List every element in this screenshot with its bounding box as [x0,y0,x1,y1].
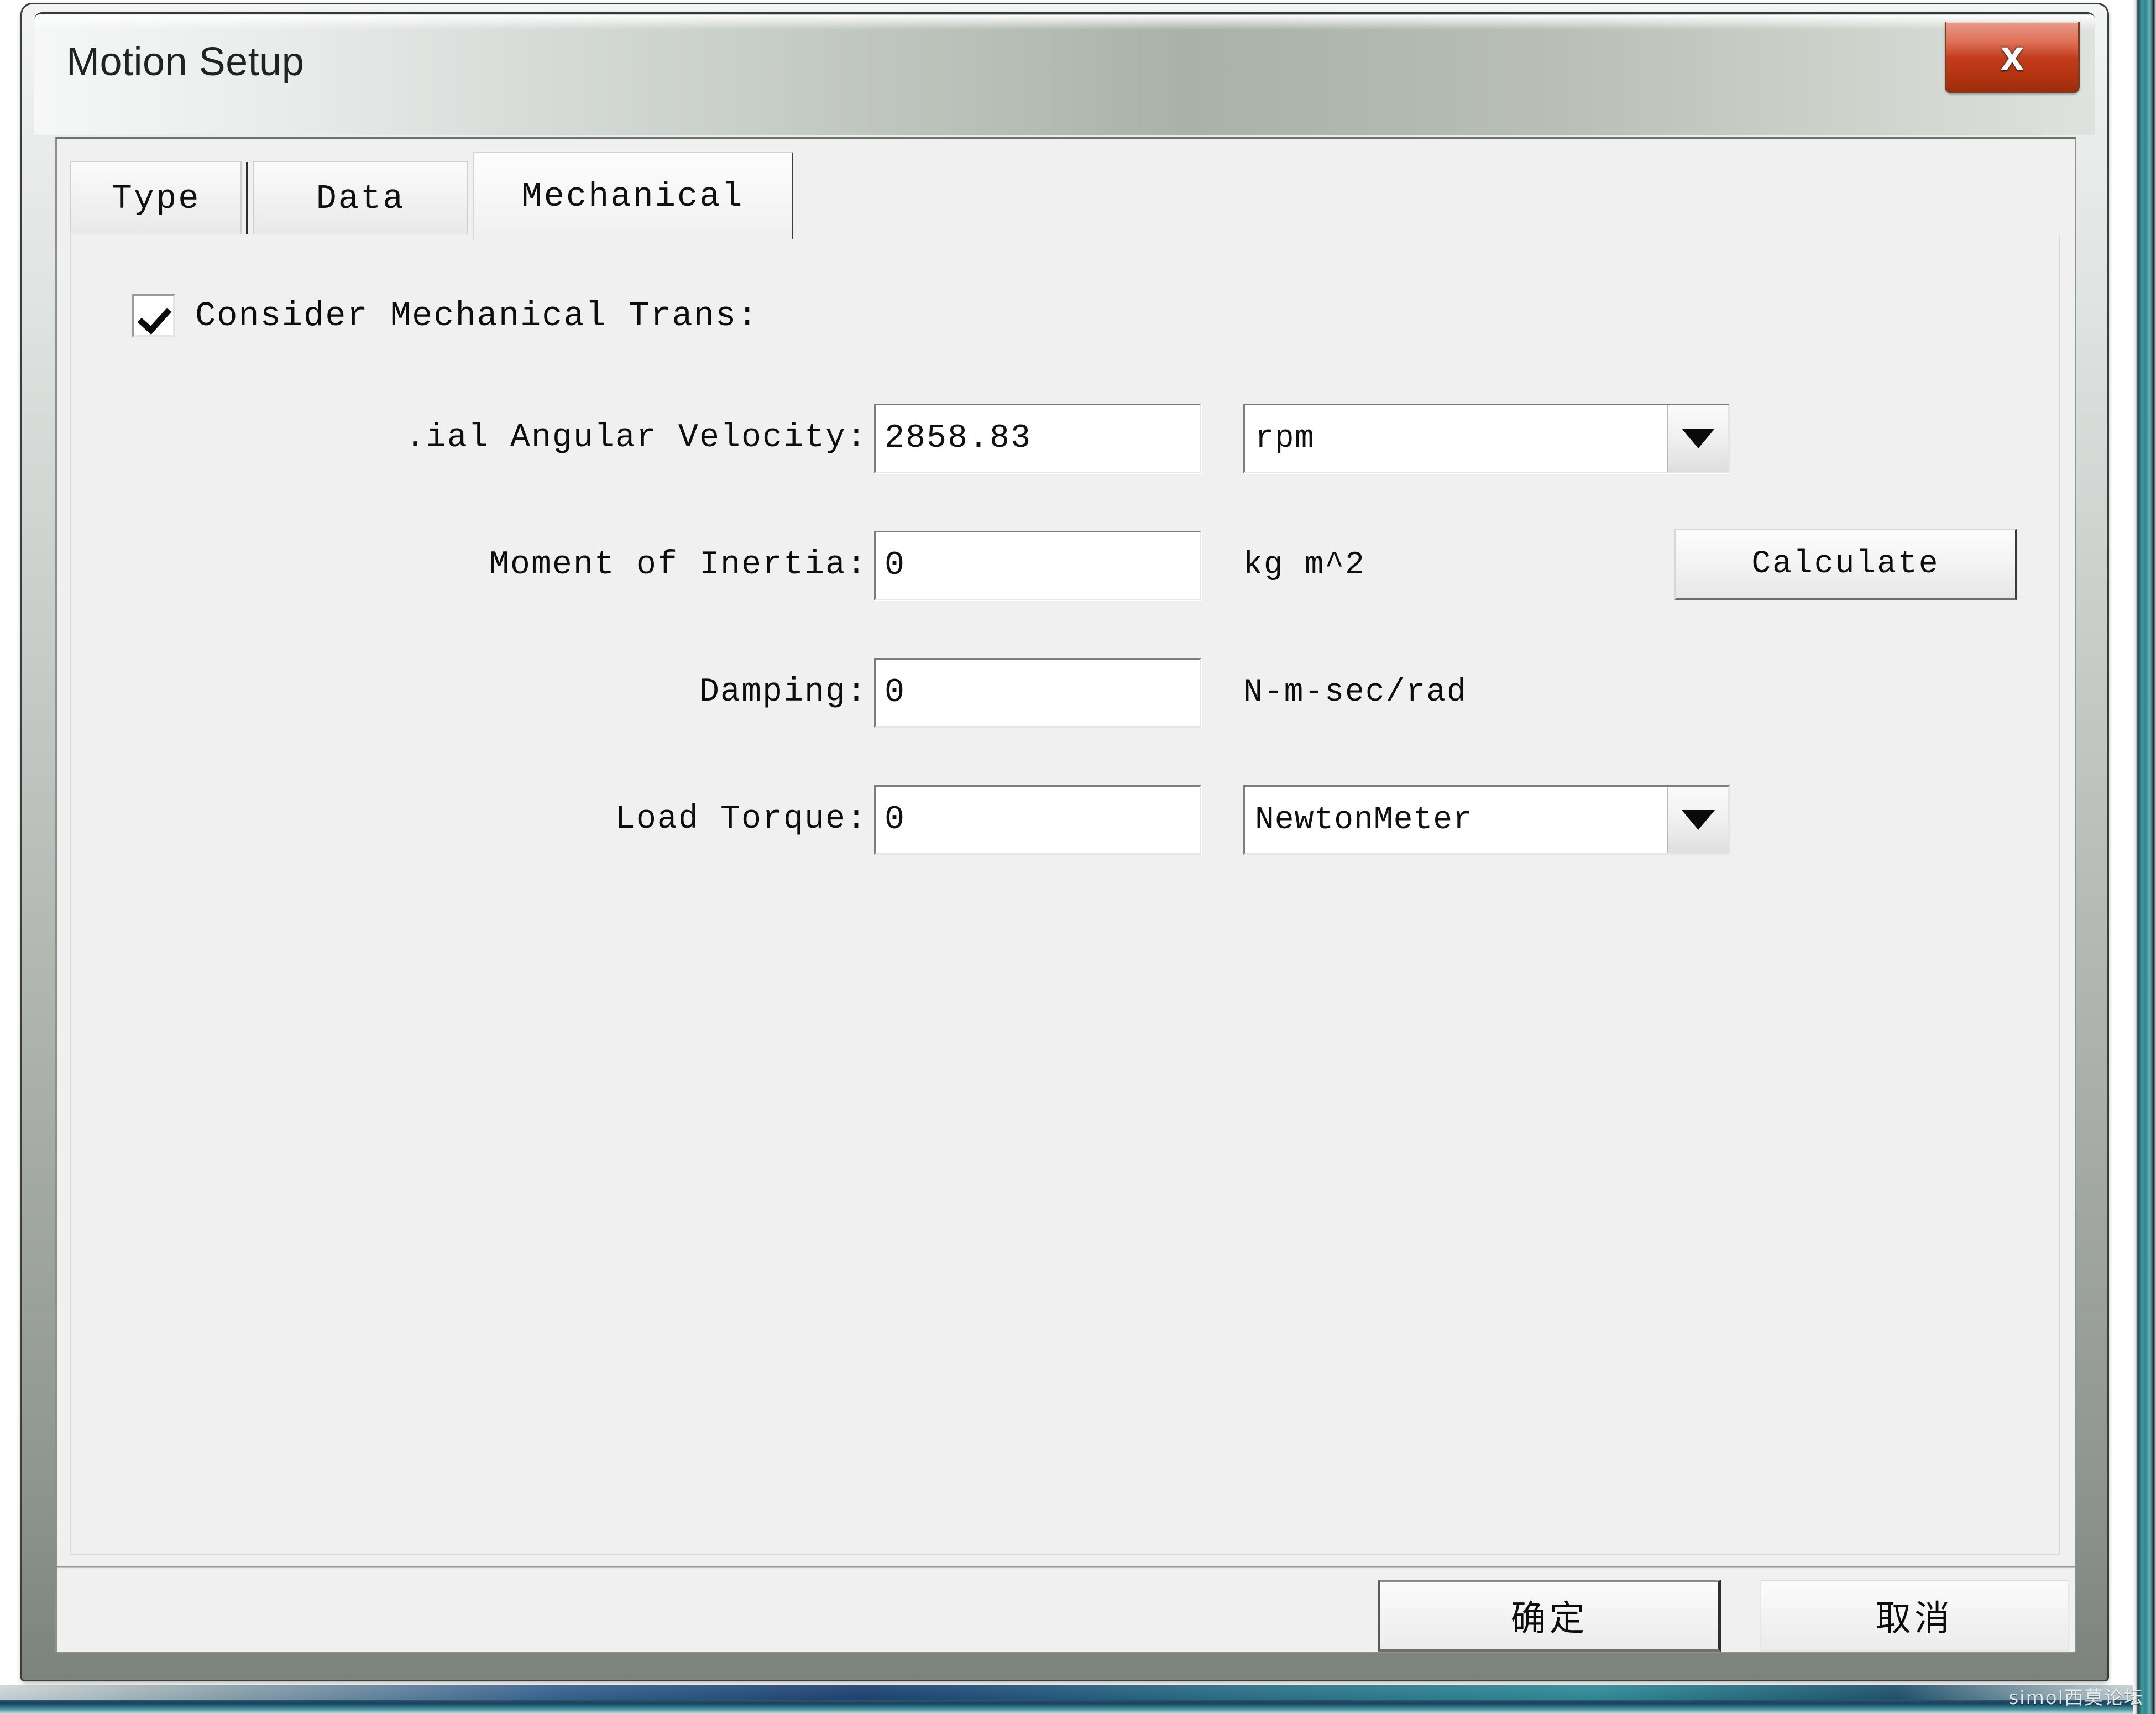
load-torque-input[interactable]: 0 [874,785,1201,855]
cancel-button-label: 取消 [1876,1598,1953,1639]
tab-data[interactable]: Data [253,161,468,235]
mechanical-tab-page: Consider Mechanical Trans: .ial Angular … [70,234,2060,1555]
load-torque-value: 0 [885,801,906,839]
dialog-client-area: Type Data Mechanical Consider Mechanical… [55,137,2076,1653]
angular-velocity-unit-value: rpm [1255,420,1315,457]
row-moment-of-inertia: Moment of Inertia: 0 kg m^2 Calculate [71,526,2061,604]
footer-separator [57,1565,2075,1569]
ok-button[interactable]: 确定 [1378,1580,1721,1652]
forum-watermark: simol西莫论坛 [2008,1687,2144,1709]
moment-of-inertia-value: 0 [885,547,906,584]
damping-value: 0 [885,674,906,712]
tab-mechanical[interactable]: Mechanical [473,152,793,239]
tab-type-label: Type [111,179,201,218]
moment-of-inertia-unit: kg m^2 [1243,547,1365,583]
title-bar-sheen [34,15,2095,30]
row-load-torque: Load Torque: 0 NewtonMeter [71,781,2061,858]
title-bar: Motion Setup x [34,12,2095,135]
damping-label: Damping: [699,673,867,711]
moment-of-inertia-input[interactable]: 0 [874,531,1201,600]
dialog-footer: 确定 取消 [57,1580,2075,1657]
desktop-right-edge [2133,0,2156,1714]
tab-data-label: Data [316,179,405,218]
load-torque-unit-combo[interactable]: NewtonMeter [1243,785,1730,855]
angular-velocity-unit-combo[interactable]: rpm [1243,404,1730,473]
load-torque-unit-value: NewtonMeter [1255,802,1473,838]
window-title: Motion Setup [66,40,305,84]
load-torque-label: Load Torque: [615,801,867,838]
ok-button-label: 确定 [1510,1598,1588,1639]
angular-velocity-value: 2858.83 [885,420,1032,457]
angular-velocity-label: .ial Angular Velocity: [405,419,867,457]
chevron-down-icon[interactable] [1667,405,1728,472]
cancel-button[interactable]: 取消 [1760,1580,2069,1652]
tab-strip: Type Data Mechanical [70,152,2060,239]
angular-velocity-input[interactable]: 2858.83 [874,404,1201,473]
moment-of-inertia-label: Moment of Inertia: [489,546,867,584]
calculate-button-label: Calculate [1751,546,1940,582]
calculate-button[interactable]: Calculate [1674,529,2017,600]
tab-mechanical-label: Mechanical [521,176,744,216]
motion-setup-window: Motion Setup x Type Data Mechanical Cons… [22,4,2107,1680]
damping-unit: N-m-sec/rad [1243,674,1467,710]
damping-input[interactable]: 0 [874,658,1201,728]
chevron-down-icon[interactable] [1667,787,1728,853]
consider-mechanical-trans-label: Consider Mechanical Trans: [195,296,759,336]
consider-mechanical-trans-checkbox[interactable] [132,294,175,337]
close-icon: x [2000,30,2024,80]
row-damping: Damping: 0 N-m-sec/rad [71,654,2061,731]
row-angular-velocity: .ial Angular Velocity: 2858.83 rpm [71,399,2061,477]
close-button[interactable]: x [1945,22,2080,93]
tab-type[interactable]: Type [70,161,242,235]
tab-separator-1 [246,162,248,235]
desktop-accent-strip [0,1685,2156,1700]
consider-mechanical-trans-row[interactable]: Consider Mechanical Trans: [132,294,758,337]
